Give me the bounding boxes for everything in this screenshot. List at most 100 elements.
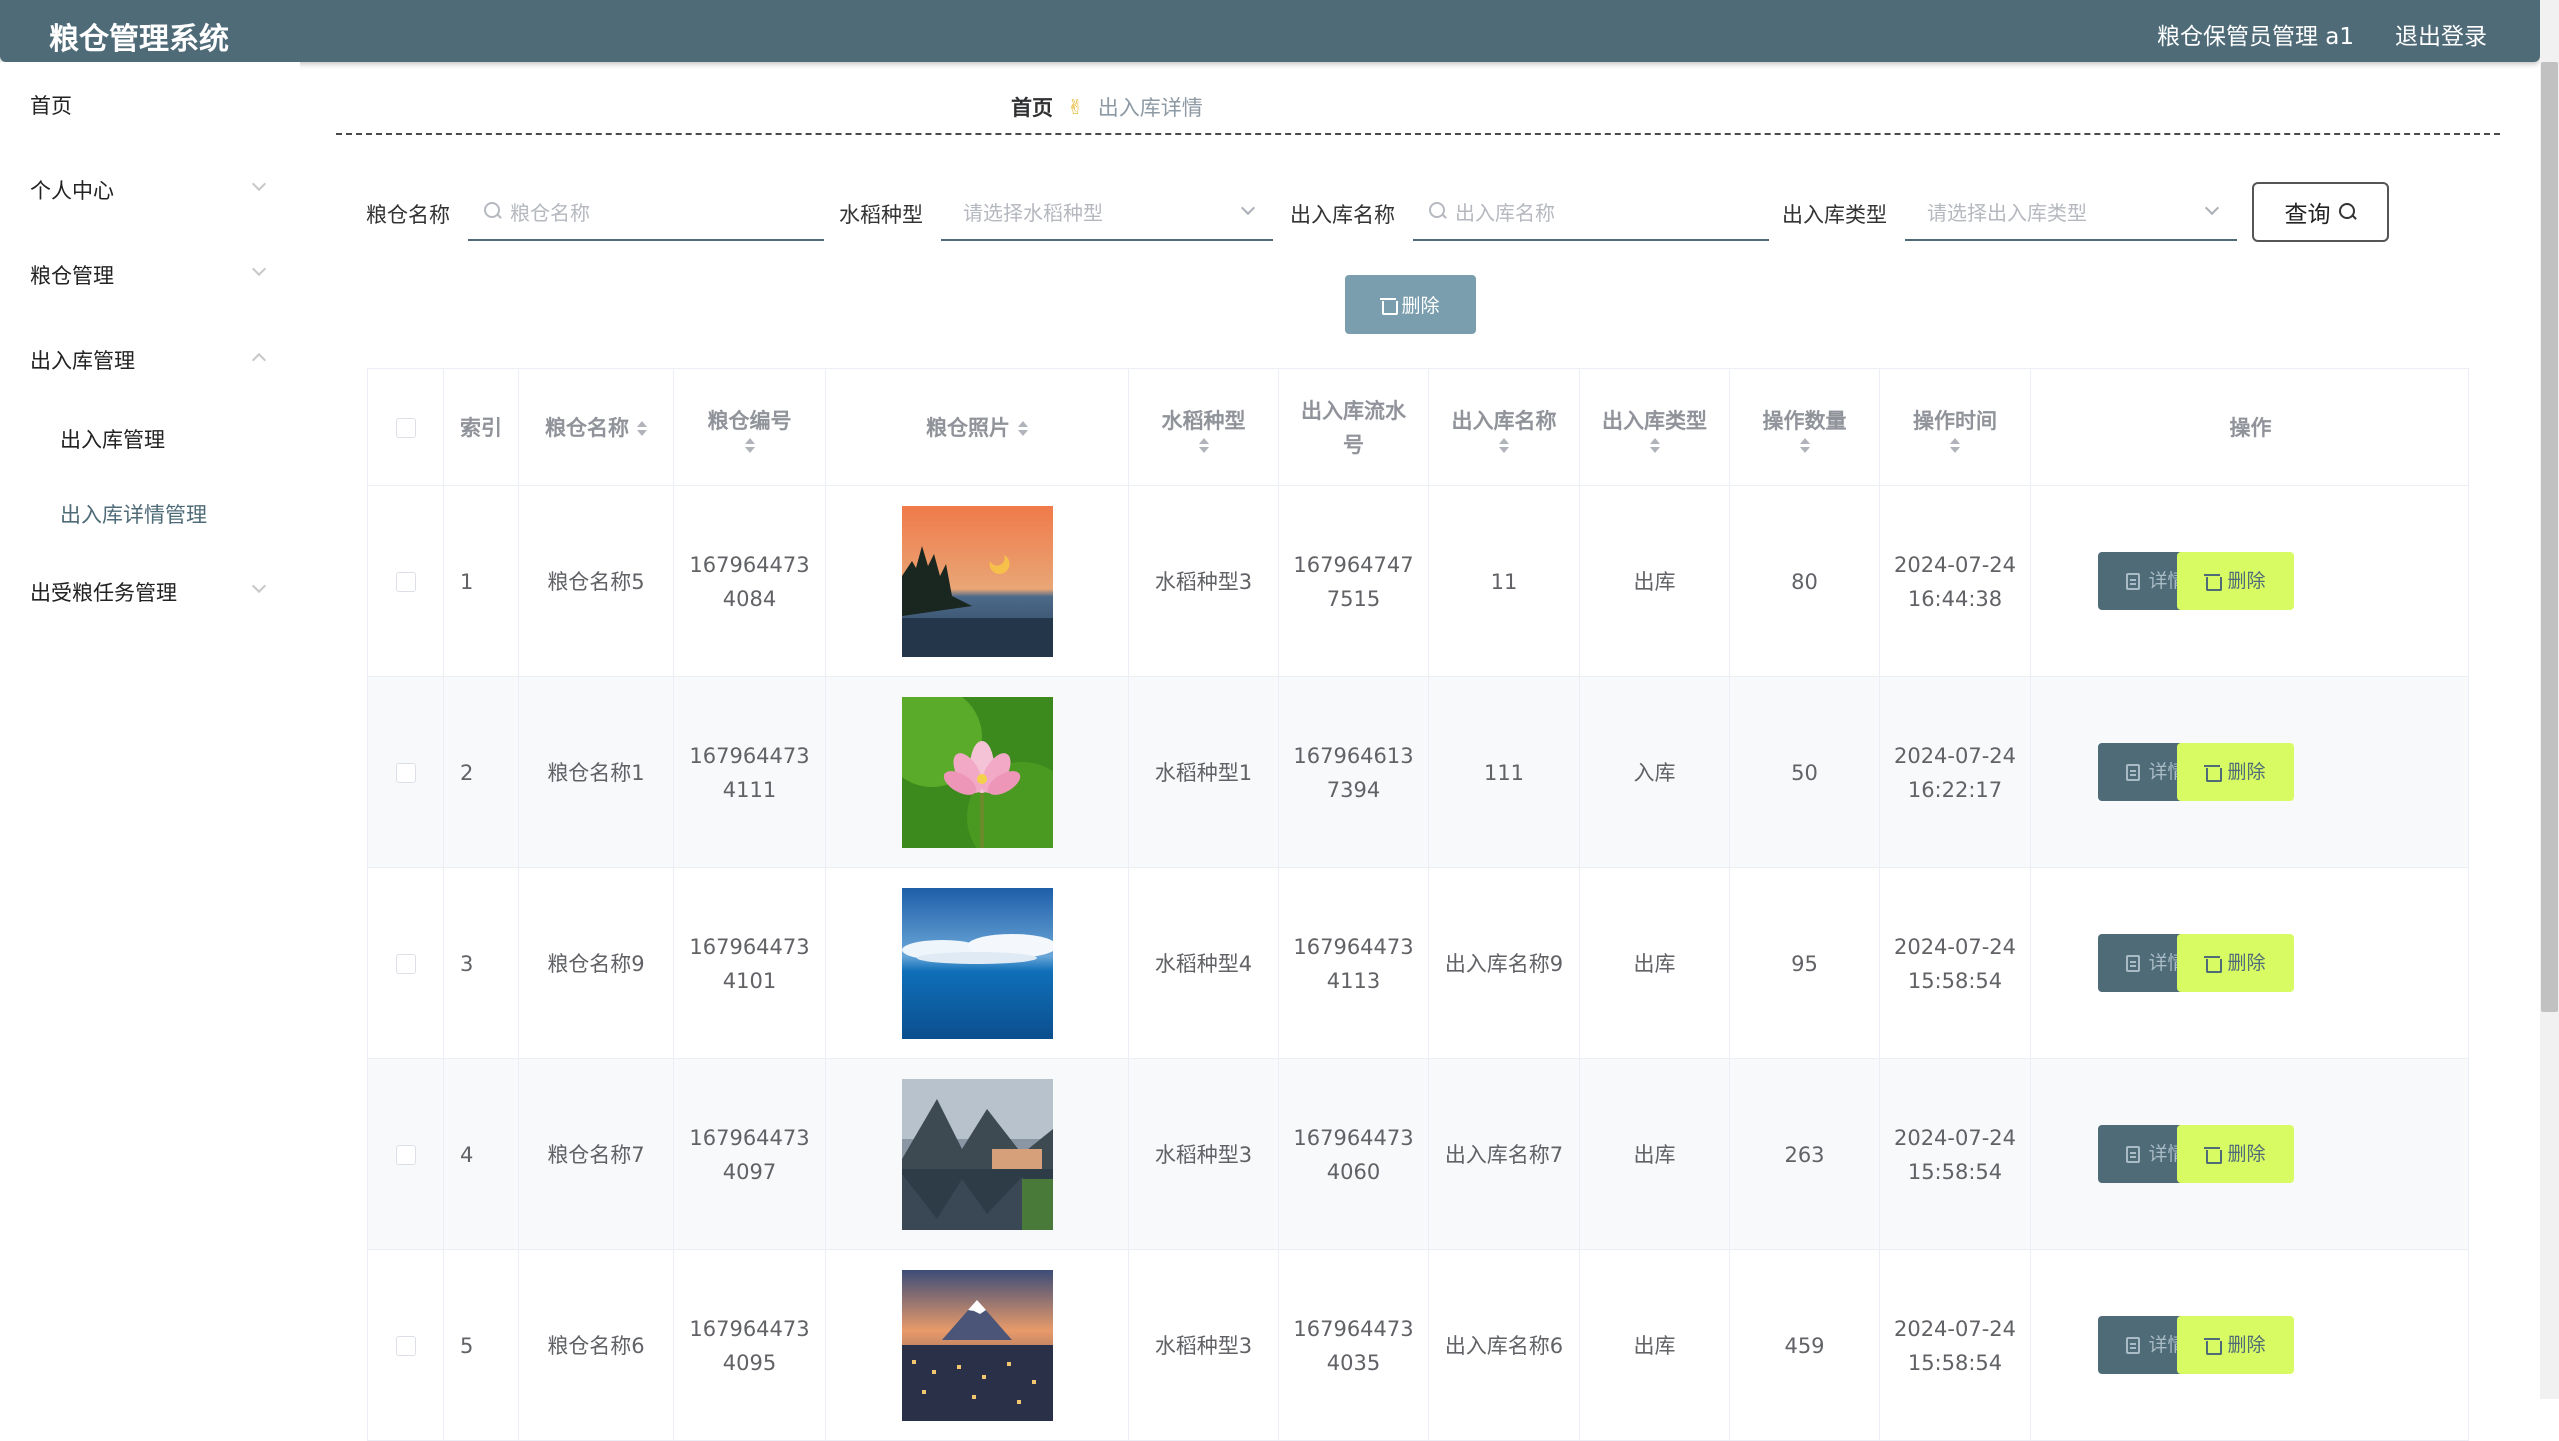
quantity-cell: 459: [1730, 1250, 1880, 1441]
granary-name-cell: 粮仓名称1: [519, 677, 674, 868]
granary-photo[interactable]: [901, 888, 1053, 1039]
row-select-cell: [368, 868, 444, 1059]
select-all-checkbox[interactable]: [395, 418, 416, 438]
chevron-down-icon: [251, 578, 267, 594]
sidebar-subitem-inout-detail[interactable]: 出入库详情管理: [60, 499, 207, 529]
delete-button[interactable]: 删除: [2177, 934, 2294, 992]
granary-photo[interactable]: [901, 506, 1053, 657]
column-index: 索引: [444, 369, 519, 487]
column-time[interactable]: 操作时间: [1880, 369, 2031, 487]
inout-type-select[interactable]: 请选择出入库类型: [1905, 183, 2237, 241]
row-checkbox[interactable]: [395, 953, 416, 974]
granary-photo[interactable]: [901, 1079, 1053, 1230]
granary-photo-cell: [826, 486, 1129, 677]
sort-icon[interactable]: [745, 438, 755, 453]
inout-name-cell: 出入库名称6: [1429, 1250, 1580, 1441]
granary-name-cell: 粮仓名称5: [519, 486, 674, 677]
delete-button[interactable]: 删除: [2177, 743, 2294, 801]
row-index: 5: [444, 1250, 519, 1441]
search-icon: [1429, 202, 1447, 220]
sidebar-item-granary-management[interactable]: 粮仓管理: [30, 260, 114, 290]
rice-type-select[interactable]: 请选择水稻种型: [941, 183, 1273, 241]
quantity-cell: 95: [1730, 868, 1880, 1059]
query-button[interactable]: 查询: [2252, 182, 2389, 242]
inout-name-input[interactable]: 出入库名称: [1413, 183, 1769, 241]
column-granary-name[interactable]: 粮仓名称: [519, 369, 674, 487]
granary-code-cell: 167964473 4095: [674, 1250, 826, 1441]
column-rice-type[interactable]: 水稻种型: [1129, 369, 1279, 487]
document-icon: [2126, 1336, 2141, 1354]
time-cell: 2024-07-24 15:58:54: [1880, 868, 2031, 1059]
delete-button[interactable]: 删除: [2177, 552, 2294, 610]
breadcrumb-home[interactable]: 首页: [1011, 92, 1053, 122]
sort-icon[interactable]: [1800, 438, 1810, 453]
table-row: 2 粮仓名称1 167964473 4111 水稻种型1 167964613 7394 111…: [367, 677, 2469, 868]
granary-name-input[interactable]: 粮仓名称: [468, 183, 824, 241]
actions-cell: 详情 删除: [2031, 1250, 2470, 1441]
inout-type-cell: 出库: [1580, 486, 1730, 677]
delete-button[interactable]: 删除: [2177, 1316, 2294, 1374]
column-granary-code[interactable]: 粮仓编号: [674, 369, 826, 487]
serial-number-cell: 167964473 4060: [1279, 1059, 1429, 1250]
column-inout-type[interactable]: 出入库类型: [1580, 369, 1730, 487]
sidebar-item-grain-task-management[interactable]: 出受粮任务管理: [30, 577, 177, 607]
sidebar-item-inout-management[interactable]: 出入库管理: [30, 345, 135, 375]
row-select-cell: [368, 1250, 444, 1441]
document-icon: [2126, 954, 2141, 972]
inout-type-cell: 入库: [1580, 677, 1730, 868]
sort-icon[interactable]: [1018, 421, 1028, 436]
row-actions: 详情 删除: [2031, 1250, 2470, 1441]
granary-name-cell: 粮仓名称7: [519, 1059, 674, 1250]
time-cell: 2024-07-24 16:22:17: [1880, 677, 2031, 868]
granary-photo-cell: [826, 1059, 1129, 1250]
sidebar-item-personal-center[interactable]: 个人中心: [30, 175, 114, 205]
actions-cell: 详情 删除: [2031, 677, 2470, 868]
sort-icon[interactable]: [1499, 438, 1509, 453]
trash-icon: [1380, 297, 1399, 315]
chevron-down-icon: [2204, 200, 2220, 216]
column-quantity[interactable]: 操作数量: [1730, 369, 1880, 487]
column-serial-number[interactable]: 出入库流水号: [1279, 369, 1429, 487]
breadcrumb-current: 出入库详情: [1097, 96, 1203, 120]
inout-name-cell: 出入库名称9: [1429, 868, 1580, 1059]
granary-name-cell: 粮仓名称9: [519, 868, 674, 1059]
granary-code-cell: 167964473 4084: [674, 486, 826, 677]
quantity-cell: 80: [1730, 486, 1880, 677]
sort-icon[interactable]: [1199, 438, 1209, 453]
row-checkbox[interactable]: [395, 1335, 416, 1356]
sidebar: 首页 个人中心 粮仓管理 出入库管理 出入库管理 出入库详情管理 出受粮任务管理: [0, 62, 300, 1399]
row-checkbox[interactable]: [395, 762, 416, 783]
sort-icon[interactable]: [637, 421, 647, 436]
serial-number-cell: 167964613 7394: [1279, 677, 1429, 868]
time-cell: 2024-07-24 16:44:38: [1880, 486, 2031, 677]
actions-cell: 详情 删除: [2031, 486, 2470, 677]
granary-photo-cell: [826, 1250, 1129, 1441]
document-icon: [2126, 1145, 2141, 1163]
table-row: 3 粮仓名称9 167964473 4101 水稻种型4 167964473 4113 出入库…: [367, 868, 2469, 1059]
inout-type-label: 出入库类型: [1782, 203, 1887, 227]
table-row: 1 粮仓名称5 167964473 4084 水稻种型3 167964747 7515 11 出…: [367, 486, 2469, 677]
document-icon: [2126, 763, 2141, 781]
rice-type-cell: 水稻种型3: [1129, 1059, 1279, 1250]
scrollbar-thumb[interactable]: [2541, 62, 2558, 1012]
bulk-delete-button[interactable]: 删除: [1345, 275, 1476, 334]
granary-photo[interactable]: [901, 697, 1053, 848]
column-inout-name[interactable]: 出入库名称: [1429, 369, 1580, 487]
delete-button[interactable]: 删除: [2177, 1125, 2294, 1183]
sort-icon[interactable]: [1650, 438, 1660, 453]
sidebar-subitem-inout[interactable]: 出入库管理: [60, 424, 165, 454]
row-checkbox[interactable]: [395, 571, 416, 592]
top-bar: 粮仓管理系统 粮仓保管员管理 a1 退出登录: [0, 0, 2540, 62]
column-granary-photo[interactable]: 粮仓照片: [826, 369, 1129, 487]
logout-button[interactable]: 退出登录: [2395, 17, 2487, 51]
inout-name-label: 出入库名称: [1290, 203, 1395, 227]
sidebar-item-home[interactable]: 首页: [30, 90, 72, 120]
row-index: 4: [444, 1059, 519, 1250]
table-header: 索引 粮仓名称 粮仓编号 粮仓照片 水稻种型 出入库流水号 出入库名称 出入库类…: [367, 368, 2469, 487]
search-icon: [484, 202, 502, 220]
granary-photo[interactable]: [901, 1270, 1053, 1421]
row-checkbox[interactable]: [395, 1144, 416, 1165]
rice-type-cell: 水稻种型3: [1129, 486, 1279, 677]
sort-icon[interactable]: [1950, 438, 1960, 453]
quantity-cell: 263: [1730, 1059, 1880, 1250]
